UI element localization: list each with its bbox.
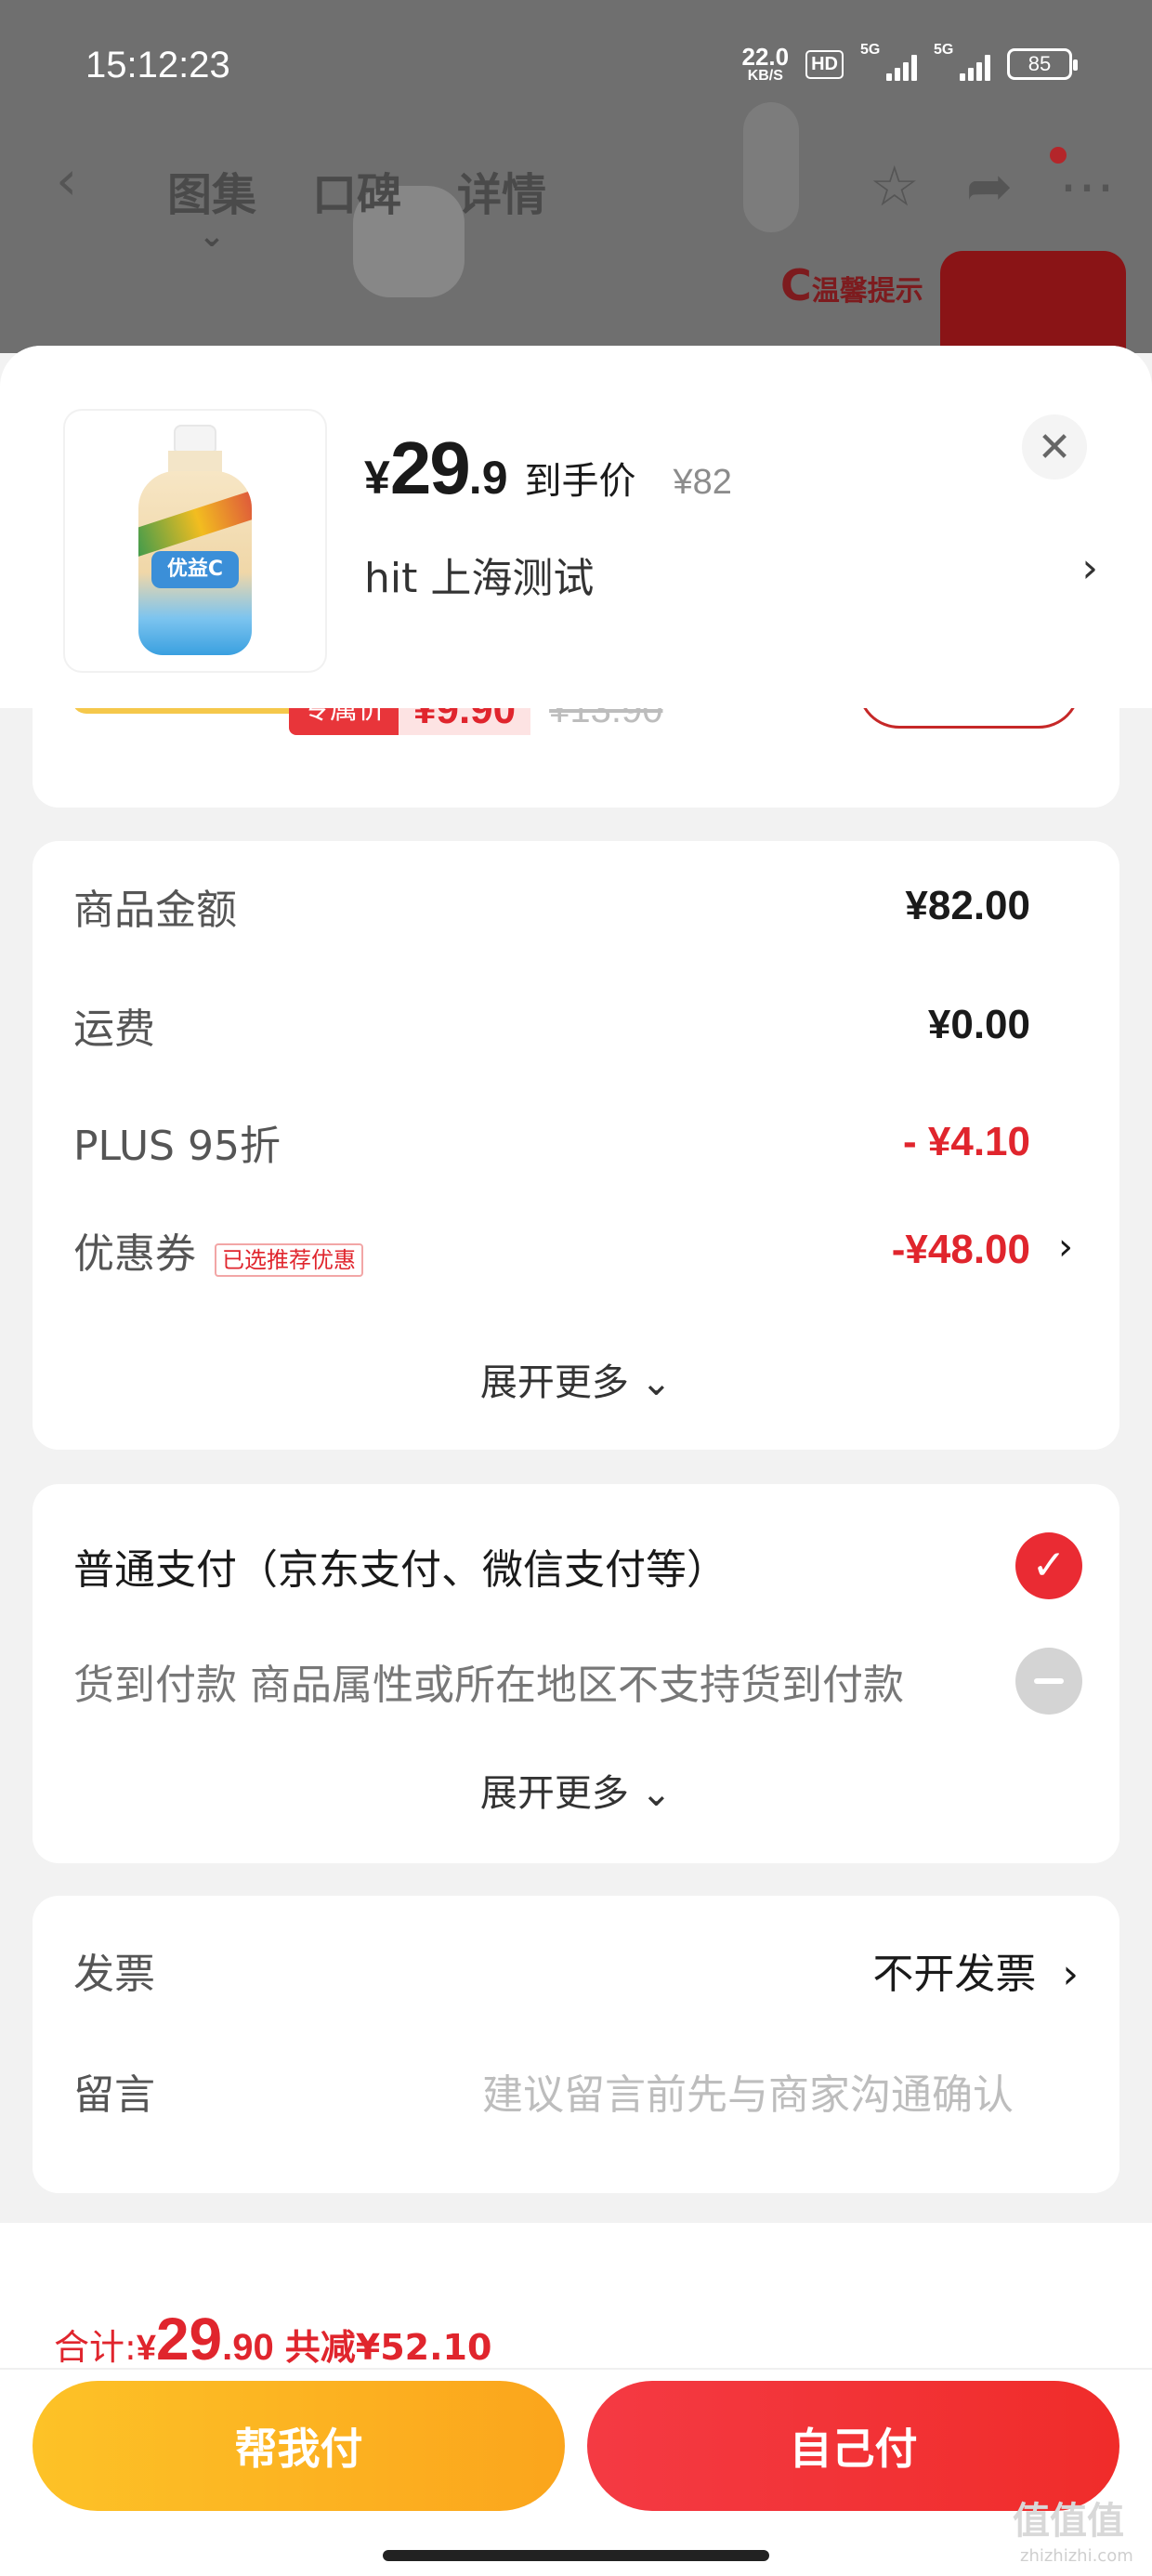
tab-reviews[interactable]: 口碑 — [312, 158, 401, 223]
invoice-card: 发票 不开发票 › 留言 建议留言前先与商家沟通确认 — [33, 1896, 1119, 2193]
summary-row-shipping: 运费 ¥0.00 — [73, 1002, 1030, 1053]
hd-icon: HD — [805, 49, 844, 79]
checkout-footer: 合计: ¥ 29 .90 共减¥52.10 帮我付 自己付 — [0, 2223, 1152, 2576]
signal-icon: 5G — [860, 42, 917, 81]
status-bar: 15:12:23 22.0 KB/S HD 5G 5G 85 — [0, 0, 1152, 130]
summary-row-plus: PLUS 95折 - ¥4.10 — [73, 1119, 1030, 1170]
message-input[interactable]: 建议留言前先与商家沟通确认 — [482, 2061, 1014, 2121]
tip-icon: C — [780, 260, 812, 310]
chevron-right-icon: › — [1081, 545, 1098, 592]
product-image: 优益C — [65, 411, 325, 671]
payment-option-cod: 货到付款 商品属性或所在地区不支持货到付款 — [73, 1648, 1082, 1715]
background-product-page: 15:12:23 22.0 KB/S HD 5G 5G 85 ‹ 图集 口碑 详… — [0, 0, 1152, 353]
product-top-nav: ‹ 图集 口碑 详情 ☆ ➦ ⋯ — [0, 147, 1152, 223]
original-price: ¥82 — [673, 463, 732, 502]
help-pay-button[interactable]: 帮我付 — [33, 2381, 565, 2511]
tab-details[interactable]: 详情 — [457, 158, 546, 223]
total-saved: 共减¥52.10 — [284, 2327, 492, 2368]
status-icons: 22.0 KB/S HD 5G 5G 85 — [741, 42, 1078, 84]
battery-icon: 85 — [1007, 48, 1078, 80]
share-icon[interactable]: ➦ — [966, 154, 1013, 219]
warm-tip[interactable]: C温馨提示 — [780, 260, 923, 310]
background-promo-tile — [940, 251, 1126, 353]
back-icon[interactable]: ‹ — [56, 149, 111, 223]
tab-gallery[interactable]: 图集 — [167, 158, 256, 223]
recommended-tag: 已选推荐优惠 — [215, 1243, 363, 1277]
network-speed: 22.0 KB/S — [741, 43, 790, 84]
message-row[interactable]: 留言 建议留言前先与商家沟通确认 — [73, 2061, 1079, 2121]
summary-row-coupon[interactable]: 优惠券 已选推荐优惠 -¥48.00 — [73, 1220, 1030, 1280]
chevron-right-icon: › — [1058, 1226, 1073, 1268]
check-icon[interactable]: ✓ — [1015, 1532, 1082, 1599]
summary-row-goods: 商品金额 ¥82.00 — [73, 883, 1030, 934]
invoice-row[interactable]: 发票 不开发票 › — [73, 1940, 1079, 2000]
disabled-minus-icon — [1015, 1648, 1082, 1715]
watermark-url: zhizhizhi.com — [1020, 2546, 1133, 2566]
home-indicator[interactable] — [383, 2550, 769, 2561]
final-price: ¥ 29 .9 到手价 ¥82 — [364, 427, 732, 509]
bottle-illustration: 优益C — [135, 425, 255, 657]
more-icon[interactable]: ⋯ — [1059, 154, 1115, 219]
sheet-header: 优益C ¥ 29 .9 到手价 ¥82 hit 上海测试 › ✕ — [0, 346, 1152, 708]
sku-label: hit 上海测试 — [364, 555, 595, 602]
divider — [0, 2368, 1152, 2370]
price-summary-card: 商品金额 ¥82.00 运费 ¥0.00 PLUS 95折 - ¥4.10 优惠… — [33, 841, 1119, 1450]
status-time: 15:12:23 — [85, 45, 230, 85]
notification-dot — [1050, 147, 1067, 164]
favorite-star-icon[interactable]: ☆ — [870, 154, 920, 219]
close-button[interactable]: ✕ — [1022, 414, 1087, 480]
watermark-logo: 值值值 — [1013, 2500, 1124, 2543]
sku-selector[interactable]: hit 上海测试 › — [364, 545, 1098, 604]
price-label: 到手价 — [524, 460, 636, 503]
chevron-right-icon: › — [1049, 1951, 1079, 1998]
expand-more-button[interactable]: 展开更多 ⌄ — [33, 1763, 1119, 1817]
expand-more-button[interactable]: 展开更多 ⌄ — [33, 1352, 1119, 1406]
total-price: 合计: ¥ 29 .90 共减¥52.10 — [54, 2306, 492, 2372]
payment-method-card: 普通支付（京东支付、微信支付等） ✓ 货到付款 商品属性或所在地区不支持货到付款… — [33, 1484, 1119, 1863]
product-tabs: 图集 口碑 详情 — [167, 158, 546, 223]
payment-option-normal[interactable]: 普通支付（京东支付、微信支付等） ✓ — [73, 1532, 1082, 1599]
close-icon: ✕ — [1037, 423, 1072, 471]
signal-icon: 5G — [934, 42, 990, 81]
nav-actions: ☆ ➦ ⋯ — [870, 147, 1115, 219]
